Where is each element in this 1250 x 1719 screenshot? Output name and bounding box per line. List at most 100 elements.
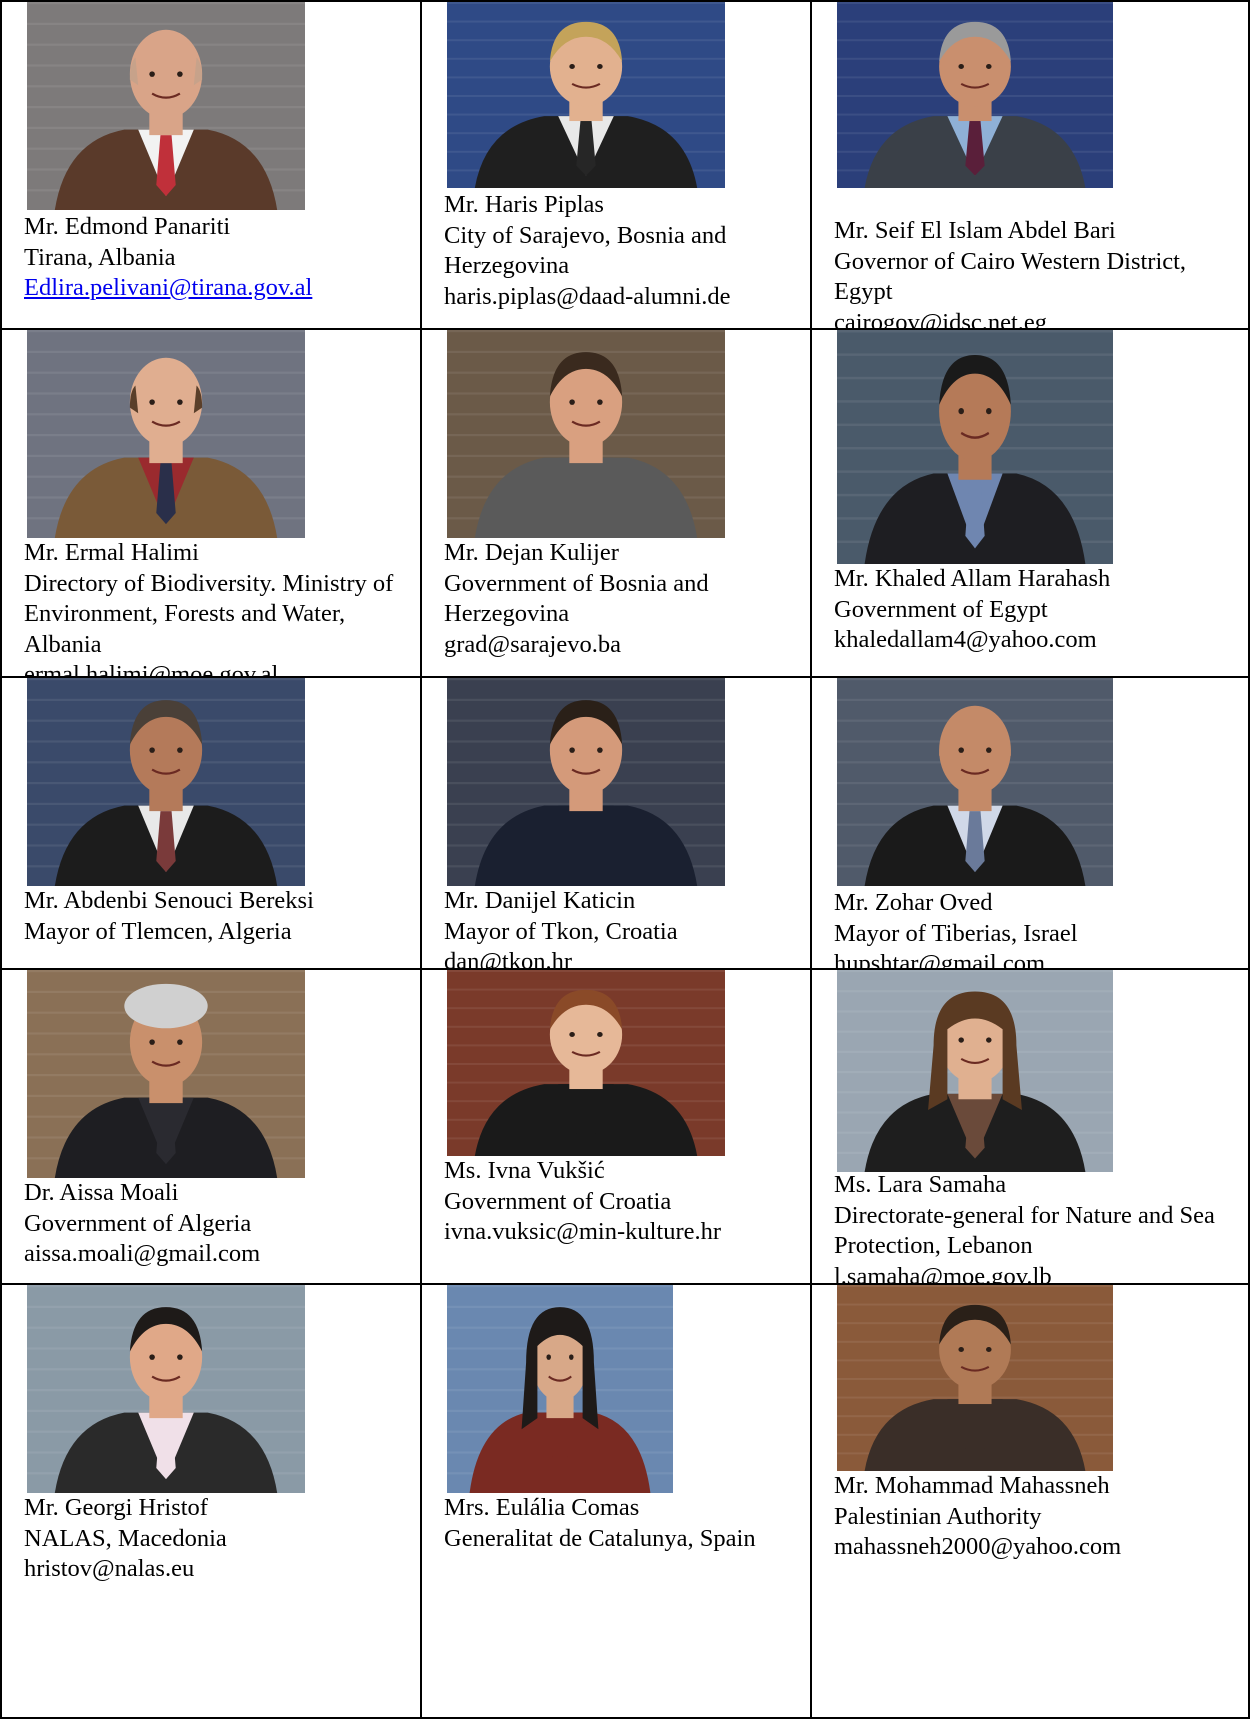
- table-row: Dr. Aissa Moali Government of Algeria aiss…: [0, 968, 1250, 1283]
- participant-cell: Ms. Ivna Vukšić Government of Croatia ivna…: [420, 970, 812, 1283]
- participant-name: Mr. Dejan Kulijer: [444, 539, 619, 566]
- participant-affiliation: City of Sarajevo, Bosnia and Herzegovina: [444, 221, 727, 280]
- participant-info: Mr. Khaled Allam Harahash Government of E…: [834, 564, 1242, 656]
- participant-email: dan@tkon.hr: [444, 948, 573, 968]
- participant-cell: Mr. Ermal Halimi Directory of Biodiversit…: [0, 330, 422, 676]
- table-row: Mr. Ermal Halimi Directory of Biodiversit…: [0, 328, 1250, 676]
- participant-cell: Mr. Dejan Kulijer Government of Bosnia an…: [420, 330, 812, 676]
- portrait-photo: [27, 678, 305, 886]
- portrait-photo: [447, 330, 725, 538]
- participant-name: Mr. Zohar Oved: [834, 889, 993, 916]
- participant-photo: [837, 1285, 1113, 1471]
- participant-info: Mr. Georgi Hristof NALAS, Macedonia hristo…: [24, 1493, 416, 1585]
- portrait-photo: [27, 2, 305, 210]
- portrait-photo: [27, 970, 305, 1178]
- participant-affiliation: Mayor of Tlemcen, Algeria: [24, 917, 292, 945]
- participant-info: Mr. Haris Piplas City of Sarajevo, Bosnia…: [444, 190, 806, 312]
- table-row: Mr. Abdenbi Senouci Bereksi Mayor of Tlem…: [0, 676, 1250, 968]
- participant-info: Mr. Danijel Katicin Mayor of Tkon, Croati…: [444, 886, 806, 968]
- participant-cell: Mr. Mohammad Mahassneh Palestinian Author…: [810, 1285, 1250, 1719]
- participant-cell: Mr. Haris Piplas City of Sarajevo, Bosnia…: [420, 2, 812, 328]
- participant-info: Mr. Abdenbi Senouci Bereksi Mayor of Tlem…: [24, 886, 416, 947]
- participant-photo: [27, 1285, 305, 1493]
- table-row: Mr. Edmond Panariti Tirana, Albania Edlira…: [0, 0, 1250, 328]
- portrait-photo: [837, 678, 1113, 886]
- participant-photo: [837, 678, 1113, 886]
- participant-cell: Dr. Aissa Moali Government of Algeria aiss…: [0, 970, 422, 1283]
- participant-affiliation: Governor of Cairo Western District, Egyp…: [834, 247, 1187, 306]
- participant-info: Ms. Lara Samaha Directorate-general for N…: [834, 1170, 1242, 1283]
- participant-info: Mr. Zohar Oved Mayor of Tiberias, Israel h…: [834, 888, 1242, 968]
- participant-photo: [27, 678, 305, 886]
- participant-affiliation: Directorate-general for Nature and Sea P…: [834, 1201, 1215, 1260]
- participant-cell: Mr. Abdenbi Senouci Bereksi Mayor of Tlem…: [0, 678, 422, 968]
- participant-affiliation: Government of Egypt: [834, 595, 1048, 623]
- participant-name: Ms. Lara Samaha: [834, 1171, 1007, 1198]
- portrait-photo: [837, 2, 1113, 188]
- participant-info: Ms. Ivna Vukšić Government of Croatia ivna…: [444, 1156, 806, 1248]
- participant-affiliation: Government of Bosnia and Herzegovina: [444, 569, 709, 628]
- participant-cell: Mr. Georgi Hristof NALAS, Macedonia hristo…: [0, 1285, 422, 1719]
- portrait-photo: [837, 970, 1113, 1172]
- participant-email: grad@sarajevo.ba: [444, 630, 621, 658]
- participant-email: mahassneh2000@yahoo.com: [834, 1533, 1122, 1560]
- participant-affiliation: Mayor of Tiberias, Israel: [834, 919, 1078, 947]
- portrait-photo: [447, 1285, 673, 1493]
- participant-affiliation: Mayor of Tkon, Croatia: [444, 917, 678, 945]
- participant-name: Mr. Khaled Allam Harahash: [834, 565, 1111, 592]
- participant-name: Ms. Ivna Vukšić: [444, 1157, 605, 1184]
- participant-name: Mr. Ermal Halimi: [24, 539, 199, 566]
- participant-photo: [837, 970, 1113, 1172]
- participant-info: Mrs. Eulália Comas Generalitat de Catalun…: [444, 1493, 806, 1554]
- participant-name: Mr. Georgi Hristof: [24, 1494, 208, 1521]
- participant-email: khaledallam4@yahoo.com: [834, 626, 1097, 653]
- participant-email: haris.piplas@daad-alumni.de: [444, 282, 731, 310]
- participant-cell: Mrs. Eulália Comas Generalitat de Catalun…: [420, 1285, 812, 1719]
- participant-photo: [447, 2, 725, 188]
- participant-email: hupshtar@gmail.com: [834, 950, 1046, 968]
- participant-name: Mr. Edmond Panariti: [24, 213, 231, 240]
- participant-affiliation: Government of Croatia: [444, 1187, 672, 1215]
- portrait-photo: [27, 1285, 305, 1493]
- participant-affiliation: Generalitat de Catalunya, Spain: [444, 1524, 756, 1552]
- participant-email: ivna.vuksic@min-kulture.hr: [444, 1218, 722, 1245]
- participant-cell: Mr. Edmond Panariti Tirana, Albania Edlira…: [0, 2, 422, 328]
- participant-email: aissa.moali@gmail.com: [24, 1240, 261, 1267]
- participant-name: Mr. Danijel Katicin: [444, 887, 636, 914]
- participant-info: Mr. Ermal Halimi Directory of Biodiversit…: [24, 538, 416, 676]
- participant-photo: [27, 2, 305, 210]
- participant-name: Mrs. Eulália Comas: [444, 1494, 640, 1521]
- portrait-photo: [837, 1285, 1113, 1471]
- participant-affiliation: Tirana, Albania: [24, 243, 176, 271]
- participant-cell: Mr. Khaled Allam Harahash Government of E…: [810, 330, 1250, 676]
- participant-name: Mr. Mohammad Mahassneh: [834, 1472, 1110, 1499]
- participant-photo: [447, 970, 725, 1156]
- participant-photo: [27, 330, 305, 538]
- participant-photo: [447, 678, 725, 886]
- participant-email-link[interactable]: Edlira.pelivani@tirana.gov.al: [24, 273, 416, 304]
- participant-info: Mr. Dejan Kulijer Government of Bosnia an…: [444, 538, 806, 660]
- participant-email: cairogov@idsc.net.eg: [834, 308, 1048, 329]
- participant-photo: [447, 330, 725, 538]
- participant-name: Mr. Seif El Islam Abdel Bari: [834, 217, 1116, 244]
- participant-affiliation: Directory of Biodiversity. Ministry of E…: [24, 569, 394, 658]
- participant-affiliation: NALAS, Macedonia: [24, 1524, 227, 1552]
- portrait-photo: [447, 970, 725, 1156]
- participant-affiliation: Palestinian Authority: [834, 1502, 1042, 1530]
- participant-cell: Mr. Zohar Oved Mayor of Tiberias, Israel h…: [810, 678, 1250, 968]
- participant-name: Dr. Aissa Moali: [24, 1179, 179, 1206]
- participant-photo: [447, 1285, 673, 1493]
- table-row: Mr. Georgi Hristof NALAS, Macedonia hristo…: [0, 1283, 1250, 1719]
- participant-photo: [837, 2, 1113, 188]
- participant-cell: Mr. Danijel Katicin Mayor of Tkon, Croati…: [420, 678, 812, 968]
- participant-email: ermal.halimi@moe.gov.al: [24, 661, 279, 676]
- participant-photo: [837, 330, 1113, 564]
- participant-name: Mr. Haris Piplas: [444, 191, 604, 218]
- portrait-photo: [447, 678, 725, 886]
- participant-info: Mr. Mohammad Mahassneh Palestinian Author…: [834, 1471, 1242, 1563]
- participant-info: Dr. Aissa Moali Government of Algeria aiss…: [24, 1178, 416, 1270]
- portrait-photo: [837, 330, 1113, 564]
- participant-email: l.samaha@moe.gov.lb: [834, 1262, 1052, 1284]
- participant-email: hristov@nalas.eu: [24, 1555, 195, 1582]
- participant-info: Mr. Seif El Islam Abdel Bari Governor of …: [834, 216, 1242, 328]
